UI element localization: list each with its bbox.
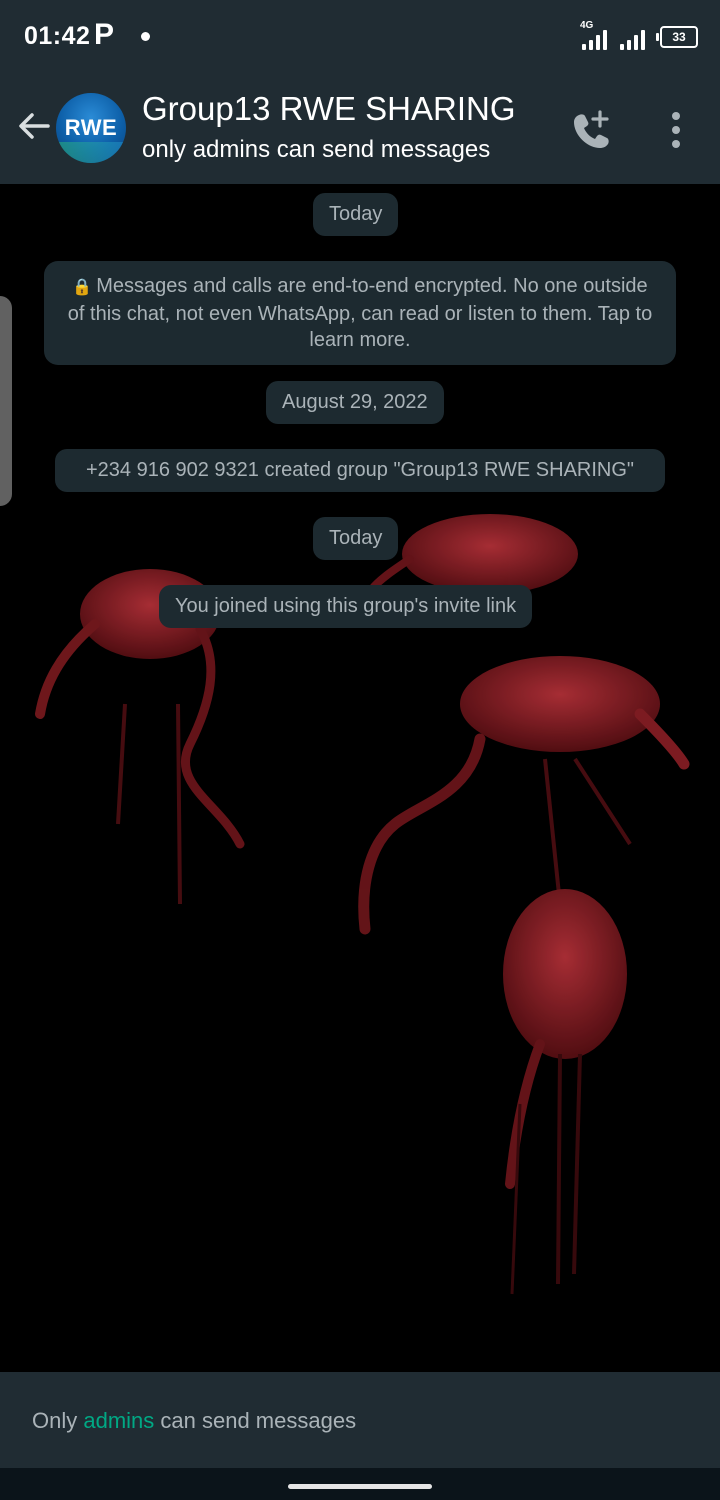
chat-area[interactable]: Today 🔒 Messages and calls are end-to-end…	[0, 184, 720, 1372]
admins-link[interactable]: admins	[83, 1408, 154, 1433]
encryption-notice[interactable]: 🔒 Messages and calls are end-to-end encry…	[44, 261, 676, 365]
status-icons: 4G 33	[580, 20, 698, 50]
date-chip-today-2: Today	[313, 517, 399, 560]
footer-suffix: can send messages	[154, 1408, 357, 1433]
arrow-left-icon[interactable]	[14, 106, 54, 146]
group-subtitle[interactable]: only admins can send messages	[142, 136, 490, 164]
status-bar: 01:42 P 4G 33	[0, 0, 720, 76]
signal-icon	[618, 24, 648, 50]
encryption-text: Messages and calls are end-to-end encryp…	[67, 275, 653, 351]
date-chip-today: Today	[313, 193, 399, 236]
group-avatar[interactable]: RWE	[56, 93, 126, 163]
avatar-logo-text: RWE	[64, 115, 118, 140]
battery-level: 33	[672, 30, 686, 44]
date-chip-august: August 29, 2022	[266, 381, 444, 424]
admin-only-footer: Only admins can send messages	[0, 1372, 720, 1468]
battery-icon: 33	[656, 26, 698, 48]
add-call-icon[interactable]	[568, 106, 616, 154]
signal-4g-icon: 4G	[580, 20, 610, 50]
network-type-label: 4G	[580, 20, 594, 31]
footer-prefix: Only	[32, 1408, 84, 1433]
notification-dot-icon	[141, 32, 150, 41]
system-nav-bar	[0, 1468, 720, 1500]
system-message-joined: You joined using this group's invite lin…	[159, 585, 533, 628]
edge-panel-handle[interactable]	[0, 296, 12, 506]
more-vert-icon[interactable]	[660, 108, 692, 152]
home-indicator[interactable]	[288, 1484, 432, 1489]
system-message-created: +234 916 902 9321 created group "Group13…	[55, 449, 665, 492]
status-time: 01:42	[24, 22, 91, 50]
chat-header: RWE Group13 RWE SHARING only admins can …	[0, 76, 720, 184]
group-title[interactable]: Group13 RWE SHARING	[142, 90, 516, 128]
p-notification-icon: P	[94, 18, 115, 51]
footer-text: Only admins can send messages	[32, 1408, 356, 1434]
lock-icon: 🔒	[72, 279, 93, 296]
